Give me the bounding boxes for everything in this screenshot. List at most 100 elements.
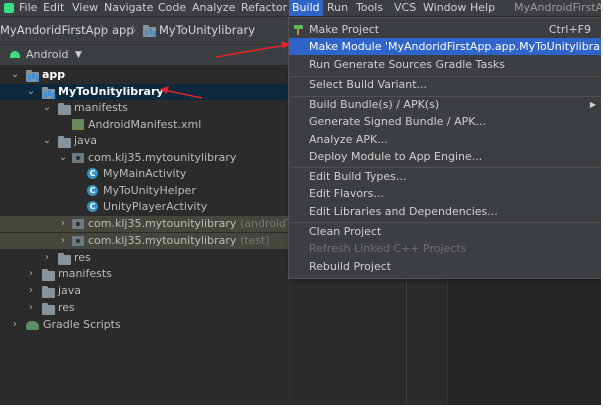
breadcrumb-project[interactable]: MyAndoridFirstApp — [0, 23, 108, 38]
window-title: MyAndroidFirstApp — [514, 1, 601, 14]
tree-item-manifests[interactable]: › manifests — [0, 266, 289, 282]
menu-item-clean-project[interactable]: Clean Project — [289, 223, 601, 240]
tree-item-android-manifest[interactable]: AndroidManifest.xml — [0, 117, 289, 133]
menu-item-generate-signed[interactable]: Generate Signed Bundle / APK... — [289, 113, 601, 130]
chevron-down-icon[interactable]: ⌄ — [42, 133, 52, 149]
menu-help[interactable]: Help — [467, 0, 498, 16]
module-folder-icon — [26, 70, 39, 82]
class-icon: C — [87, 168, 98, 179]
project-tree: ⌄ app ⌄ MyToUnitylibrary ⌄ manifests And… — [0, 66, 312, 405]
chevron-down-icon[interactable]: ⌄ — [42, 100, 52, 116]
package-name: com.klj35.mytounitylibrary — [88, 217, 237, 230]
menu-run[interactable]: Run — [324, 0, 351, 16]
submenu-arrow-icon: ▶ — [589, 100, 596, 109]
menu-item-run-generate-sources[interactable]: Run Generate Sources Gradle Tasks — [289, 56, 601, 73]
source-set-suffix: (test) — [239, 234, 270, 247]
menu-item-analyze-apk[interactable]: Analyze APK... — [289, 131, 601, 148]
menu-navigate[interactable]: Navigate — [101, 0, 156, 16]
chevron-down-icon[interactable]: ⌄ — [26, 84, 36, 100]
manifest-file-icon — [72, 119, 84, 130]
menu-item-label: Make Module 'MyAndoridFirstApp.app.MyToU… — [309, 40, 601, 53]
tree-item-app[interactable]: ⌄ app — [0, 67, 289, 83]
menu-item-build-bundles[interactable]: Build Bundle(s) / APK(s) ▶ — [289, 96, 601, 113]
tree-item-package[interactable]: ⌄ com.klj35.mytounitylibrary — [0, 150, 289, 166]
menu-item-deploy-module[interactable]: Deploy Module to App Engine... — [289, 148, 601, 165]
hammer-icon — [293, 25, 304, 35]
tree-label-mytounitylibrary: MyToUnitylibrary — [58, 85, 164, 98]
tree-label-java: java — [74, 134, 98, 147]
menu-item-label: Build Bundle(s) / APK(s) — [309, 98, 440, 111]
android-icon — [10, 51, 20, 58]
tree-item-class[interactable]: C UnityPlayerActivity — [0, 199, 289, 215]
chevron-right-icon[interactable]: › — [58, 233, 68, 249]
tree-item-package-test[interactable]: › com.klj35.mytounitylibrary (test) — [0, 233, 289, 249]
chevron-right-icon[interactable]: › — [26, 266, 36, 282]
menu-item-rebuild-project[interactable]: Rebuild Project — [289, 258, 601, 275]
folder-icon — [58, 253, 71, 265]
chevron-right-icon[interactable]: › — [10, 317, 20, 333]
tree-item-res[interactable]: › res — [0, 250, 289, 266]
menu-item-make-module[interactable]: Make Module 'MyAndoridFirstApp.app.MyToU… — [289, 38, 601, 55]
tree-item-java[interactable]: ⌄ java — [0, 133, 289, 149]
chevron-down-icon[interactable]: ▼ — [75, 47, 82, 63]
breadcrumb-separator-icon: 〉 — [100, 24, 111, 37]
menu-build[interactable]: Build — [289, 0, 323, 16]
menu-item-label: Make Project — [309, 23, 380, 36]
tree-label-package: com.klj35.mytounitylibrary — [88, 151, 237, 164]
tree-item-gradle-scripts[interactable]: › Gradle Scripts — [0, 317, 289, 333]
annotation-arrow-icon — [160, 86, 203, 99]
tree-label-manifests: manifests — [58, 267, 112, 280]
tree-item-manifests[interactable]: ⌄ manifests — [0, 100, 289, 116]
package-name: com.klj35.mytounitylibrary — [88, 234, 237, 247]
menu-item-label: Analyze APK... — [309, 133, 388, 146]
tree-item-class[interactable]: C MyToUnityHelper — [0, 183, 289, 199]
editor-divider — [406, 270, 407, 405]
menu-item-label: Edit Build Types... — [309, 170, 407, 183]
annotation-arrow-icon — [215, 41, 290, 58]
tree-label-class: MyToUnityHelper — [103, 184, 196, 197]
menu-file[interactable]: File — [16, 0, 40, 16]
breadcrumb-separator-icon: 〉 — [131, 24, 142, 37]
chevron-right-icon[interactable]: › — [26, 283, 36, 299]
menu-refactor[interactable]: Refactor — [238, 0, 290, 16]
menu-item-label: Edit Flavors... — [309, 187, 384, 200]
tree-label-class: UnityPlayerActivity — [103, 200, 208, 213]
menu-item-edit-build-types[interactable]: Edit Build Types... — [289, 168, 601, 185]
menu-vcs[interactable]: VCS — [391, 0, 419, 16]
chevron-right-icon[interactable]: › — [26, 300, 36, 316]
menu-item-make-project[interactable]: Make Project Ctrl+F9 — [289, 21, 601, 38]
tree-item-java[interactable]: › java — [0, 283, 289, 299]
editor-panel — [447, 270, 601, 405]
chevron-down-icon[interactable]: ⌄ — [10, 67, 20, 83]
menu-item-edit-flavors[interactable]: Edit Flavors... — [289, 185, 601, 202]
tree-label-class: MyMainActivity — [103, 167, 187, 180]
tree-label-java: java — [58, 284, 82, 297]
menu-item-label: Edit Libraries and Dependencies... — [309, 205, 498, 218]
menu-analyze[interactable]: Analyze — [189, 0, 238, 16]
menu-item-label: Select Build Variant... — [309, 78, 428, 91]
class-icon: C — [87, 201, 98, 212]
tree-item-package-android-test[interactable]: › com.klj35.mytounitylibrary (androidTes… — [0, 216, 312, 232]
chevron-right-icon[interactable]: › — [58, 216, 68, 232]
project-view-selector[interactable]: Android — [26, 47, 69, 63]
chevron-down-icon[interactable]: ⌄ — [58, 150, 68, 166]
chevron-right-icon[interactable]: › — [42, 250, 52, 266]
tree-item-class[interactable]: C MyMainActivity — [0, 166, 289, 182]
menu-item-select-build-variant[interactable]: Select Build Variant... — [289, 76, 601, 93]
menu-edit[interactable]: Edit — [40, 0, 67, 16]
menu-code[interactable]: Code — [155, 0, 189, 16]
menu-view[interactable]: View — [69, 0, 101, 16]
menu-item-edit-libraries[interactable]: Edit Libraries and Dependencies... — [289, 203, 601, 220]
tree-item-res[interactable]: › res — [0, 300, 289, 316]
menu-item-refresh-linked: Refresh Linked C++ Projects — [289, 240, 601, 257]
menu-window[interactable]: Window — [420, 0, 469, 16]
tree-label-package: com.klj35.mytounitylibrary (test) — [88, 233, 270, 249]
ide-window: File Edit View Navigate Code Analyze Ref… — [0, 0, 601, 405]
folder-icon — [58, 103, 71, 115]
tree-item-mytounitylibrary[interactable]: ⌄ MyToUnitylibrary — [0, 84, 289, 100]
menu-item-label: Generate Signed Bundle / APK... — [309, 115, 486, 128]
package-icon — [72, 153, 84, 163]
gradle-icon — [26, 321, 39, 330]
menu-item-label: Run Generate Sources Gradle Tasks — [309, 58, 506, 71]
menu-tools[interactable]: Tools — [353, 0, 386, 16]
